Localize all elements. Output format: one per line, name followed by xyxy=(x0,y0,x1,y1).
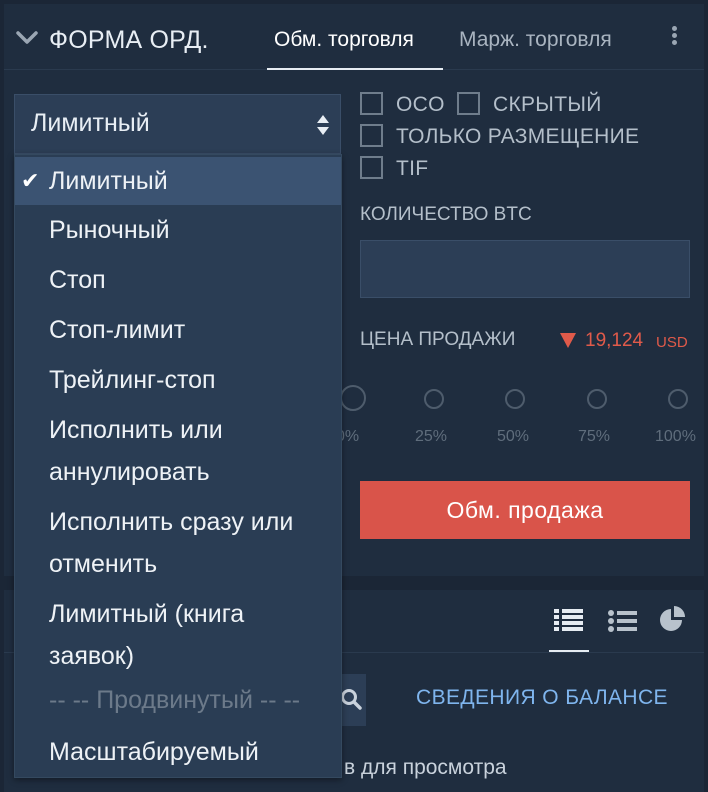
option-trailing-stop[interactable]: Трейлинг-стоп xyxy=(15,359,341,401)
option-label: Лимитный (книга заявок) xyxy=(49,600,245,670)
list-view-icon[interactable] xyxy=(554,608,584,632)
price-currency: USD xyxy=(656,334,688,351)
order-type-selected: Лимитный xyxy=(31,109,150,137)
select-arrows-icon xyxy=(317,115,329,135)
option-limit[interactable]: ✔ Лимитный xyxy=(15,157,341,205)
option-limit-order-book[interactable]: Лимитный (книга заявок) xyxy=(15,593,341,677)
option-immediate-or-cancel[interactable]: Исполнить сразу или отменить xyxy=(15,501,341,585)
option-stop[interactable]: Стоп xyxy=(15,259,341,301)
chevron-down-icon[interactable] xyxy=(16,30,38,46)
quantity-input[interactable] xyxy=(360,240,690,298)
detailed-list-icon[interactable] xyxy=(608,610,638,632)
active-tab-indicator xyxy=(267,68,443,70)
order-type-dropdown: ✔ Лимитный Рыночный Стоп Стоп-лимит Трей… xyxy=(14,154,342,778)
checkmark-icon: ✔ xyxy=(21,168,40,193)
tif-label: TIF xyxy=(396,157,429,180)
option-market[interactable]: Рыночный xyxy=(15,209,341,251)
slider-label-25: 25% xyxy=(415,428,448,445)
oco-label: OCO xyxy=(396,93,445,116)
view-hint-text: в для просмотра xyxy=(344,756,507,779)
post-only-label: ТОЛЬКО РАЗМЕЩЕНИЕ xyxy=(396,125,640,148)
slider-stop-0[interactable] xyxy=(340,385,366,411)
order-form-header: ФОРМА ОРД. Обм. торговля Марж. торговля xyxy=(4,4,704,70)
spot-sell-button[interactable]: Обм. продажа xyxy=(360,481,690,539)
search-button[interactable] xyxy=(338,674,366,726)
option-label: Масштабируемый xyxy=(49,738,259,766)
hidden-checkbox[interactable] xyxy=(457,92,480,115)
price-down-icon xyxy=(560,333,576,348)
tif-checkbox[interactable] xyxy=(360,156,383,179)
balance-info-link[interactable]: СВЕДЕНИЯ О БАЛАНСЕ xyxy=(416,686,668,710)
oco-checkbox[interactable] xyxy=(360,92,383,115)
option-fill-or-kill[interactable]: Исполнить или аннулировать xyxy=(15,409,341,493)
slider-stop-50[interactable] xyxy=(505,389,525,409)
option-label: Исполнить или аннулировать xyxy=(49,416,223,486)
tab-spot-trading[interactable]: Обм. торговля xyxy=(274,28,414,52)
slider-label-75: 75% xyxy=(578,428,611,445)
option-label: Лимитный xyxy=(49,167,168,195)
option-stop-limit[interactable]: Стоп-лимит xyxy=(15,309,341,351)
slider-stop-75[interactable] xyxy=(587,389,607,409)
option-scaled[interactable]: Масштабируемый xyxy=(15,731,341,773)
post-only-checkbox[interactable] xyxy=(360,124,383,147)
slider-label-50: 50% xyxy=(497,428,530,445)
hidden-label: СКРЫТЫЙ xyxy=(493,93,602,116)
pie-chart-icon[interactable] xyxy=(658,606,688,634)
tab-margin-trading[interactable]: Марж. торговля xyxy=(459,28,612,52)
slider-label-100: 100% xyxy=(655,428,696,445)
quantity-label: КОЛИЧЕСТВО BTC xyxy=(360,204,532,225)
panel-title: ФОРМА ОРД. xyxy=(49,26,209,54)
search-icon xyxy=(341,689,362,710)
option-label: Стоп xyxy=(49,266,106,294)
sell-price-label: ЦЕНА ПРОДАЖИ xyxy=(360,329,516,350)
option-label: Исполнить сразу или отменить xyxy=(49,508,294,578)
option-label: Трейлинг-стоп xyxy=(49,366,216,394)
option-advanced-separator: -- -- Продвинутый -- -- xyxy=(15,679,341,721)
option-label: Рыночный xyxy=(49,216,170,244)
sell-price-value: 19,124 xyxy=(585,330,644,351)
slider-stop-100[interactable] xyxy=(668,389,688,409)
option-label: -- -- Продвинутый -- -- xyxy=(49,686,301,714)
slider-stop-25[interactable] xyxy=(424,389,444,409)
option-label: Стоп-лимит xyxy=(49,316,186,344)
order-type-select[interactable]: Лимитный xyxy=(14,94,341,154)
more-vertical-icon[interactable] xyxy=(672,26,678,48)
